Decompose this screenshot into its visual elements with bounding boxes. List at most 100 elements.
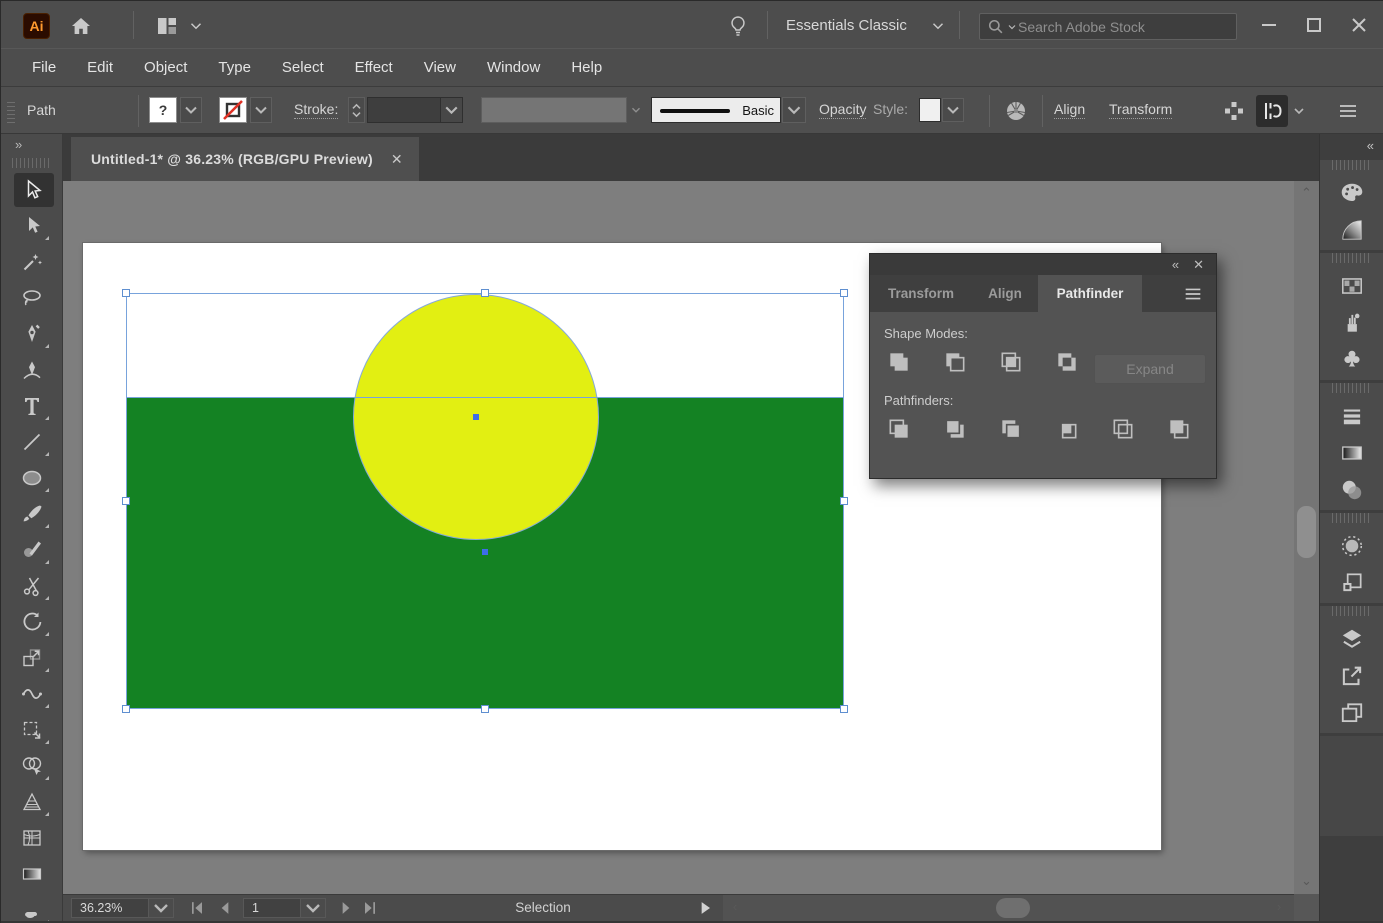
selection-handle-bottom-right[interactable] [840, 705, 848, 713]
pathfinder-divide-icon[interactable] [886, 416, 912, 442]
stock-search-box[interactable] [979, 13, 1237, 40]
rectangle-center-point[interactable] [482, 549, 488, 555]
tool-shape-builder[interactable] [1, 748, 63, 784]
stroke-weight-dropdown[interactable] [367, 97, 463, 123]
pathfinder-trim-icon[interactable] [942, 416, 968, 442]
pathfinder-outline-icon[interactable] [1110, 416, 1136, 442]
horizontal-scrollbar-thumb[interactable] [996, 898, 1030, 918]
tool-width[interactable] [1, 676, 63, 712]
vertical-scrollbar[interactable]: ⌃ ⌄ [1294, 181, 1319, 894]
align-link[interactable]: Align [1054, 101, 1085, 119]
tool-curvature[interactable] [1, 352, 63, 388]
last-artboard-icon[interactable] [360, 899, 380, 917]
previous-artboard-icon[interactable] [215, 899, 235, 917]
tool-shaper[interactable] [1, 532, 63, 568]
document-tab-close-icon[interactable]: ✕ [391, 151, 403, 168]
dock-group-grip[interactable] [1332, 513, 1372, 523]
tool-paintbrush[interactable] [1, 496, 63, 532]
dock-group-grip[interactable] [1332, 606, 1372, 616]
tool-selection[interactable] [1, 172, 63, 208]
brush-chevron-icon[interactable] [782, 97, 806, 123]
selection-handle-bottom-center[interactable] [481, 705, 489, 713]
stroke-weight-label[interactable]: Stroke: [294, 101, 338, 119]
arrange-documents-icon[interactable] [153, 12, 181, 39]
recolor-artwork-icon[interactable] [1000, 96, 1032, 126]
panel-button-color-guide-icon[interactable] [1320, 211, 1383, 248]
pathfinder-crop-icon[interactable] [1054, 416, 1080, 442]
panel-button-brushes-icon[interactable] [1320, 304, 1383, 341]
stroke-weight-chevron-icon[interactable] [440, 98, 462, 122]
shape-mode-unite-icon[interactable] [886, 349, 912, 375]
tool-rotate[interactable] [1, 604, 63, 640]
panel-button-symbols-icon[interactable] [1320, 341, 1383, 378]
panel-button-color-icon[interactable] [1320, 174, 1383, 211]
menu-object[interactable]: Object [129, 59, 203, 76]
tool-perspective-grid[interactable] [1, 784, 63, 820]
selection-handle-top-left[interactable] [122, 289, 130, 297]
menu-window[interactable]: Window [472, 59, 556, 76]
panel-menu-icon[interactable] [1182, 283, 1204, 305]
status-menu-icon[interactable] [695, 899, 715, 917]
scroll-up-icon[interactable]: ⌃ [1294, 185, 1319, 201]
tool-scale[interactable] [1, 640, 63, 676]
panel-collapse-icon[interactable]: « [1172, 258, 1179, 271]
shape-mode-exclude-icon[interactable] [1054, 349, 1080, 375]
dock-group-grip[interactable] [1332, 253, 1372, 263]
tool-gradient[interactable] [1, 856, 63, 892]
scroll-down-icon[interactable]: ⌄ [1294, 873, 1319, 889]
panel-button-transparency-icon[interactable] [1320, 471, 1383, 508]
dock-group-grip[interactable] [1332, 383, 1372, 393]
opacity-label[interactable]: Opacity [819, 101, 866, 119]
panel-button-export-icon[interactable] [1320, 657, 1383, 694]
align-options-icon[interactable] [1220, 98, 1248, 124]
scroll-right-icon[interactable]: › [1271, 899, 1287, 914]
selection-bounding-box[interactable] [126, 293, 844, 709]
tool-mesh[interactable] [1, 820, 63, 856]
home-icon[interactable] [67, 12, 95, 39]
tool-direct-selection[interactable] [1, 208, 63, 244]
panel-tab-transform[interactable]: Transform [870, 275, 972, 312]
maximize-button[interactable] [1291, 1, 1336, 48]
style-chevron-icon[interactable] [942, 98, 964, 122]
panel-button-swatches-icon[interactable] [1320, 267, 1383, 304]
artboard-chevron-icon[interactable] [300, 898, 326, 918]
control-panel-menu-icon[interactable] [1335, 98, 1361, 124]
tools-panel-expand-icon[interactable]: » [1, 134, 62, 156]
dock-group-grip[interactable] [1332, 160, 1372, 170]
panel-button-layers-icon[interactable] [1320, 620, 1383, 657]
pathfinder-merge-icon[interactable] [998, 416, 1024, 442]
tool-line-segment[interactable] [1, 424, 63, 460]
shape-mode-intersect-icon[interactable] [998, 349, 1024, 375]
menu-effect[interactable]: Effect [340, 59, 409, 76]
tool-scissors[interactable] [1, 568, 63, 604]
shape-modes-chevron-icon[interactable] [1291, 103, 1307, 119]
panel-button-artboards-icon[interactable] [1320, 694, 1383, 731]
search-chevron-icon[interactable] [1006, 21, 1018, 33]
panel-button-gradient-icon[interactable] [1320, 434, 1383, 471]
selection-handle-middle-right[interactable] [840, 497, 848, 505]
menu-select[interactable]: Select [267, 59, 340, 76]
tool-pen[interactable] [1, 316, 63, 352]
next-artboard-icon[interactable] [336, 899, 356, 917]
fill-chevron-icon[interactable] [180, 97, 202, 123]
stroke-swatch[interactable] [219, 97, 247, 123]
style-swatch[interactable] [919, 98, 941, 122]
selection-handle-top-center[interactable] [481, 289, 489, 297]
scroll-left-icon[interactable]: ‹ [727, 899, 743, 914]
panel-tab-align[interactable]: Align [972, 275, 1038, 312]
close-button[interactable] [1336, 1, 1381, 48]
tool-blob-brush[interactable] [1, 892, 63, 923]
menu-view[interactable]: View [409, 59, 472, 76]
stroke-weight-stepper[interactable] [348, 97, 365, 123]
artboard-number-field[interactable]: 1 [243, 898, 301, 918]
zoom-chevron-icon[interactable] [148, 898, 174, 918]
first-artboard-icon[interactable] [187, 899, 207, 917]
panel-close-icon[interactable]: ✕ [1193, 258, 1204, 271]
tool-free-transform[interactable] [1, 712, 63, 748]
panel-button-stroke-icon[interactable] [1320, 397, 1383, 434]
stroke-swatch-chevron-icon[interactable] [250, 97, 272, 123]
search-input[interactable] [1018, 19, 1208, 35]
selection-handle-top-right[interactable] [840, 289, 848, 297]
horizontal-scrollbar[interactable]: ‹ › [723, 895, 1294, 921]
selection-handle-bottom-left[interactable] [122, 705, 130, 713]
